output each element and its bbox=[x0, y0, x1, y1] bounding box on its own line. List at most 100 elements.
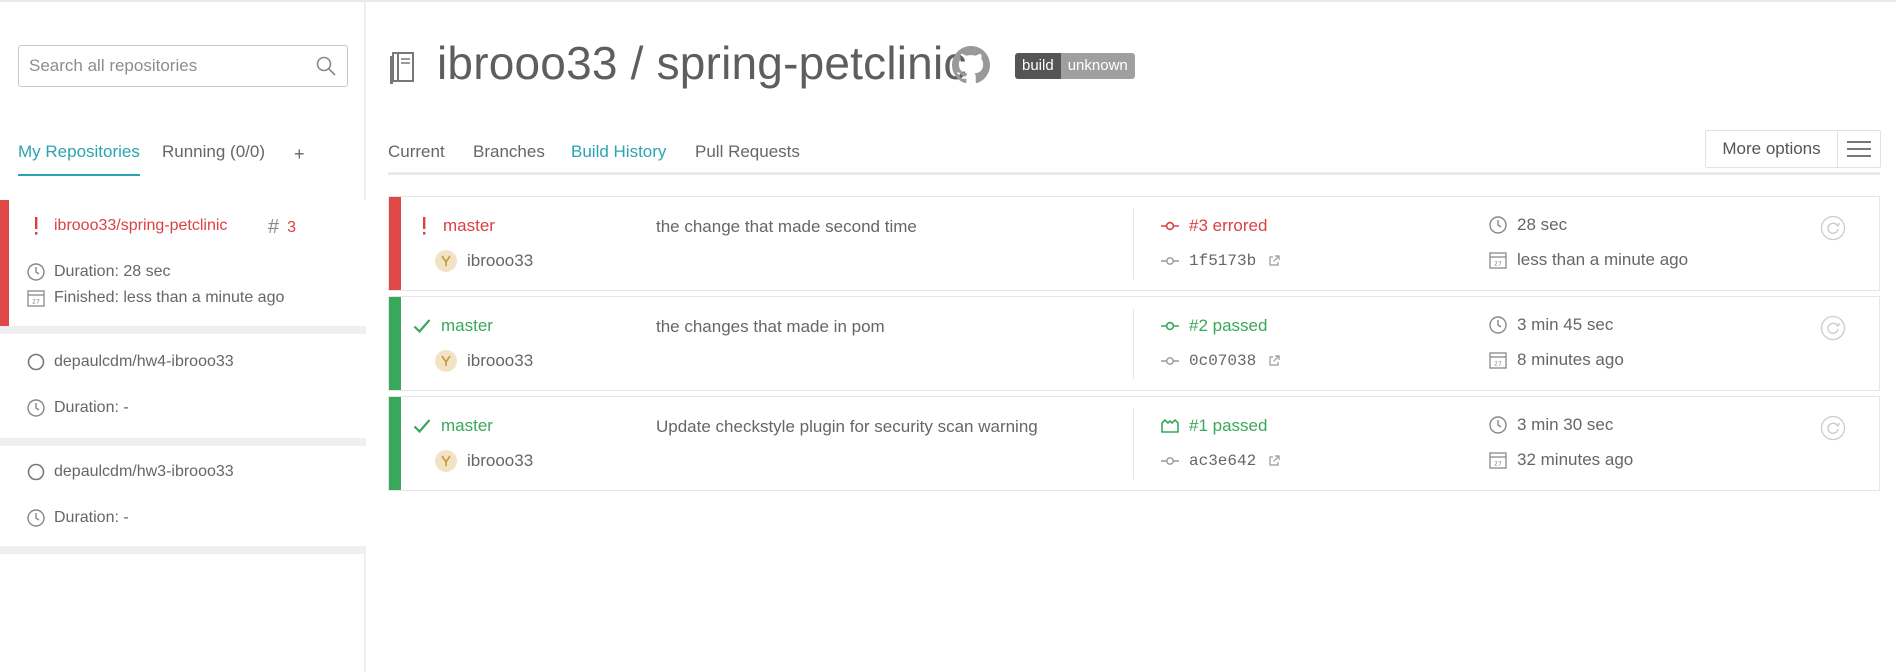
commit-sha[interactable]: ac3e642 bbox=[1189, 452, 1256, 470]
status-bar-passed bbox=[389, 397, 401, 490]
sidebar-tabs: My Repositories Running (0/0) + bbox=[18, 140, 348, 180]
commit-icon bbox=[1159, 350, 1181, 372]
repo-name[interactable]: depaulcdm/hw3-ibrooo33 bbox=[54, 463, 234, 481]
badge-label: build bbox=[1015, 53, 1061, 79]
svg-text:27: 27 bbox=[1494, 261, 1502, 268]
build-duration: 3 min 30 sec bbox=[1517, 415, 1614, 434]
clock-icon bbox=[1487, 314, 1509, 336]
repo-item-hw3[interactable]: depaulcdm/hw3-ibrooo33 Duration: - bbox=[0, 446, 366, 546]
build-row[interactable]: master ibrooo33 the changes that made in… bbox=[388, 296, 1880, 391]
page-title: ibrooo33 / spring-petclinic bbox=[437, 37, 967, 89]
svg-text:27: 27 bbox=[1494, 461, 1502, 468]
svg-text:27: 27 bbox=[1494, 361, 1502, 368]
build-number[interactable]: 3 bbox=[287, 219, 296, 237]
commit-message: the change that made second time bbox=[656, 217, 917, 236]
commit-icon bbox=[1159, 215, 1181, 237]
divider bbox=[0, 546, 366, 554]
tab-running[interactable]: Running (0/0) bbox=[162, 140, 265, 176]
no-build-icon bbox=[26, 462, 46, 482]
clock-icon bbox=[26, 398, 46, 418]
more-options-button[interactable]: More options bbox=[1705, 130, 1881, 168]
errored-icon bbox=[26, 216, 46, 236]
tab-pull-requests[interactable]: Pull Requests bbox=[695, 141, 800, 175]
tab-branches[interactable]: Branches bbox=[473, 141, 545, 175]
no-build-icon bbox=[26, 352, 46, 372]
svg-text:27: 27 bbox=[32, 299, 40, 306]
author-name: ibrooo33 bbox=[467, 251, 534, 270]
hash-icon: # bbox=[268, 216, 280, 238]
branch-name[interactable]: master bbox=[441, 316, 493, 336]
build-finished-time: less than a minute ago bbox=[1517, 250, 1689, 269]
commit-sha[interactable]: 0c07038 bbox=[1189, 352, 1256, 370]
search-icon[interactable] bbox=[315, 55, 337, 77]
build-row[interactable]: master ibrooo33 Update checkstyle plugin… bbox=[388, 396, 1880, 491]
branch-name[interactable]: master bbox=[443, 216, 495, 236]
tab-current[interactable]: Current bbox=[388, 141, 445, 175]
checkmark-icon bbox=[411, 315, 433, 337]
github-icon[interactable] bbox=[952, 46, 990, 84]
external-link-icon[interactable] bbox=[1268, 255, 1280, 267]
commit-icon bbox=[1159, 315, 1181, 337]
build-number-status[interactable]: #3 errored bbox=[1189, 216, 1267, 236]
divider bbox=[1133, 309, 1134, 379]
divider bbox=[0, 326, 366, 334]
status-bar-errored bbox=[389, 197, 401, 290]
clock-icon bbox=[26, 262, 46, 282]
repo-name[interactable]: depaulcdm/hw4-ibrooo33 bbox=[54, 353, 234, 371]
badge-value: unknown bbox=[1060, 53, 1135, 79]
search-box[interactable] bbox=[18, 45, 348, 87]
add-repository-button[interactable]: + bbox=[294, 142, 305, 178]
build-duration: 28 sec bbox=[1517, 215, 1568, 234]
search-input[interactable] bbox=[19, 46, 299, 86]
build-finished-time: 8 minutes ago bbox=[1517, 350, 1624, 369]
commit-message: Update checkstyle plugin for security sc… bbox=[656, 417, 1038, 436]
author-name: ibrooo33 bbox=[467, 351, 534, 370]
tab-my-repositories[interactable]: My Repositories bbox=[18, 140, 140, 176]
build-number-status[interactable]: #1 passed bbox=[1189, 416, 1267, 436]
divider bbox=[1133, 409, 1134, 479]
external-link-icon[interactable] bbox=[1268, 455, 1280, 467]
commit-sha[interactable]: 1f5173b bbox=[1189, 252, 1256, 270]
checkmark-icon bbox=[411, 415, 433, 437]
repo-duration: Duration: - bbox=[54, 509, 129, 526]
commit-icon bbox=[1159, 450, 1181, 472]
build-duration: 3 min 45 sec bbox=[1517, 315, 1614, 334]
push-icon bbox=[1159, 415, 1181, 437]
calendar-icon: 27 bbox=[1487, 449, 1509, 471]
clock-icon bbox=[1487, 414, 1509, 436]
hamburger-menu-icon[interactable] bbox=[1838, 131, 1880, 167]
restart-build-icon[interactable] bbox=[1820, 215, 1846, 241]
sidebar: My Repositories Running (0/0) + ibrooo33… bbox=[0, 2, 366, 672]
branch-name[interactable]: master bbox=[441, 416, 493, 436]
repo-tabs: Current Branches Build History Pull Requ… bbox=[388, 138, 1880, 176]
build-row[interactable]: master ibrooo33 the change that made sec… bbox=[388, 196, 1880, 291]
commit-icon bbox=[1159, 250, 1181, 272]
status-bar-errored bbox=[0, 200, 9, 326]
repository-book-icon bbox=[390, 52, 414, 84]
repo-duration: Duration: 28 sec bbox=[54, 263, 171, 280]
build-status-badge[interactable]: build unknown bbox=[1015, 53, 1135, 79]
more-options-label[interactable]: More options bbox=[1706, 131, 1838, 167]
restart-build-icon[interactable] bbox=[1820, 315, 1846, 341]
divider bbox=[0, 438, 366, 446]
external-link-icon[interactable] bbox=[1268, 355, 1280, 367]
restart-build-icon[interactable] bbox=[1820, 415, 1846, 441]
errored-icon bbox=[413, 215, 435, 237]
avatar bbox=[435, 450, 457, 472]
build-finished-time: 32 minutes ago bbox=[1517, 450, 1634, 469]
status-bar-passed bbox=[389, 297, 401, 390]
clock-icon bbox=[1487, 214, 1509, 236]
repo-item-hw4[interactable]: depaulcdm/hw4-ibrooo33 Duration: - bbox=[0, 334, 366, 438]
avatar bbox=[435, 350, 457, 372]
repo-name[interactable]: ibrooo33/spring-petclinic bbox=[54, 217, 227, 235]
repo-finished: Finished: less than a minute ago bbox=[54, 289, 285, 306]
repo-item-spring-petclinic[interactable]: ibrooo33/spring-petclinic # 3 Duration: … bbox=[0, 200, 366, 326]
calendar-icon: 27 bbox=[1487, 249, 1509, 271]
tab-build-history[interactable]: Build History bbox=[571, 141, 667, 175]
repo-duration: Duration: - bbox=[54, 399, 129, 416]
calendar-icon: 27 bbox=[1487, 349, 1509, 371]
avatar bbox=[435, 250, 457, 272]
build-number-status[interactable]: #2 passed bbox=[1189, 316, 1267, 336]
clock-icon bbox=[26, 508, 46, 528]
tabs-underline bbox=[388, 172, 1880, 175]
